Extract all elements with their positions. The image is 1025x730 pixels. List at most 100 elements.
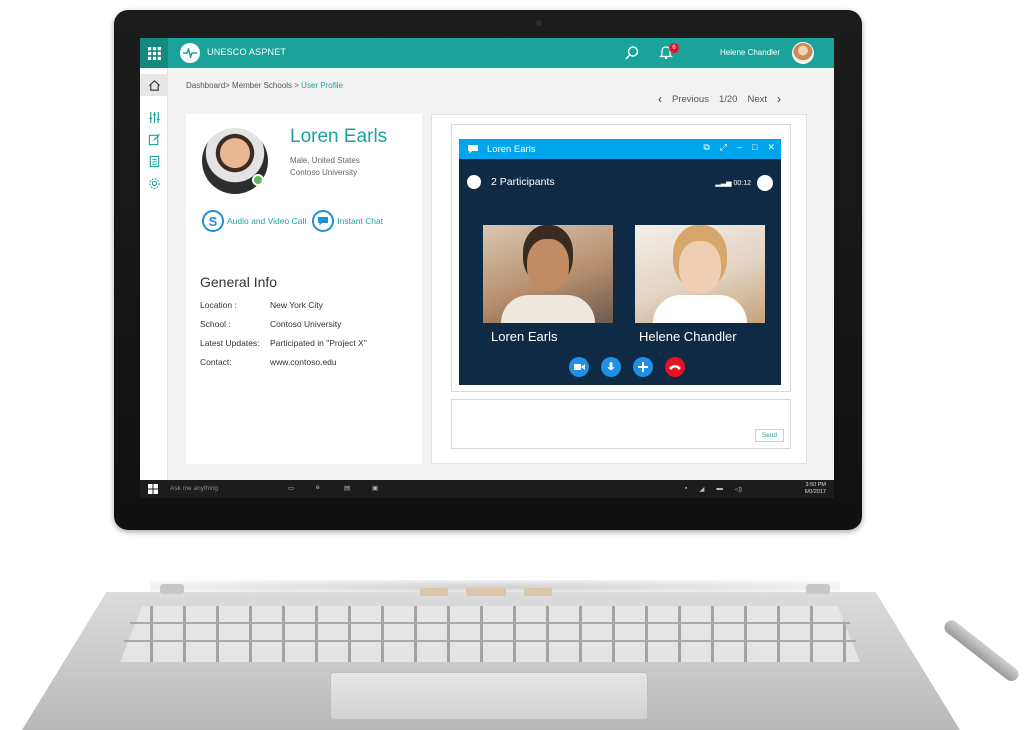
video-camera-icon <box>573 364 585 370</box>
hinge-left <box>160 584 184 594</box>
add-person-icon[interactable] <box>757 175 773 191</box>
taskbar-apps: ▭ e ▤ ▣ <box>288 484 382 494</box>
tray-app-icon[interactable]: ▪ <box>685 485 687 493</box>
search-icon[interactable] <box>624 45 640 61</box>
sidebar-item-settings[interactable] <box>140 106 168 128</box>
participants-count: 2 Participants <box>491 176 555 188</box>
sidebar-item-home[interactable] <box>140 74 168 96</box>
edge-browser-icon[interactable]: e <box>316 484 326 494</box>
general-info-title: General Info <box>200 274 278 290</box>
general-info-table: Location : New York City School : Contos… <box>200 300 367 376</box>
notification-badge: 6 <box>669 43 679 53</box>
breadcrumb-current: User Profile <box>301 81 343 90</box>
info-value: New York City <box>270 300 323 310</box>
sidebar-item-edit[interactable] <box>140 128 168 150</box>
windows-start-icon[interactable] <box>148 484 158 494</box>
minimize-icon[interactable]: – <box>737 142 742 153</box>
task-view-icon[interactable]: ▭ <box>288 484 298 494</box>
system-tray: ▪ ◢ ▬ ◁) <box>685 485 742 493</box>
previous-button[interactable]: Previous <box>672 94 709 105</box>
next-button[interactable]: Next <box>747 94 767 105</box>
participant-face <box>679 241 721 293</box>
info-value: Participated in "Project X" <box>270 338 367 348</box>
participant-name: Helene Chandler <box>639 329 737 344</box>
gear-icon <box>148 177 160 189</box>
document-icon <box>149 155 159 167</box>
pager: ‹ Previous 1/20 Next › <box>658 92 781 106</box>
cortana-search-input[interactable]: Ask me anything <box>170 485 218 492</box>
participant-shoulders <box>501 295 595 323</box>
expand-icon[interactable]: ⤢ <box>720 142 727 153</box>
wifi-icon[interactable]: ◢ <box>699 485 704 493</box>
grid-icon <box>147 46 161 60</box>
contact-link[interactable]: www.contoso.edu <box>270 357 337 376</box>
info-label: Contact: <box>200 357 232 367</box>
app-name: UNESCO ASPNET <box>207 47 287 57</box>
participants-indicator[interactable]: 2 Participants <box>467 175 555 189</box>
battery-icon[interactable]: ▬ <box>716 485 723 493</box>
video-camera-button[interactable] <box>569 357 589 377</box>
clock-date: 6/0/2017 <box>804 489 826 495</box>
contact-actions: S Audio and Video Call Instant Chat <box>202 210 389 232</box>
volume-icon[interactable]: ◁) <box>735 485 742 493</box>
stylus-pen <box>941 617 1022 684</box>
profile-school: Contoso University <box>290 168 358 177</box>
info-row-location: Location : New York City <box>200 300 367 319</box>
trackpad <box>330 672 648 720</box>
user-name[interactable]: Helene Chandler <box>720 48 780 57</box>
app-logo <box>180 43 200 63</box>
video-tile-loren <box>483 225 613 323</box>
instant-chat-label: Instant Chat <box>337 216 384 226</box>
chat-input[interactable]: Send <box>451 399 791 449</box>
sidebar-item-configuration[interactable] <box>140 172 168 194</box>
call-window-titlebar: Loren Earls ⧉ ⤢ – □ ✕ <box>459 139 781 159</box>
connector-pin <box>524 588 552 596</box>
window-controls: ⧉ ⤢ – □ ✕ <box>703 142 775 153</box>
edit-icon <box>148 133 160 145</box>
close-icon[interactable]: ✕ <box>767 142 775 153</box>
breadcrumb-path[interactable]: Dashboard> Member Schools > <box>186 81 301 90</box>
avatar[interactable] <box>792 42 814 64</box>
key-row-divider <box>130 622 850 624</box>
info-row-school: School : Contoso University <box>200 319 367 338</box>
hang-up-button[interactable] <box>665 357 685 377</box>
call-duration: ▂▃▅ 00:12 <box>715 179 751 187</box>
taskbar-clock[interactable]: 3:50 PM 6/0/2017 <box>805 482 826 496</box>
chevron-right-icon[interactable]: › <box>777 92 781 106</box>
page-position: 1/20 <box>718 93 738 105</box>
sidebar <box>140 68 168 480</box>
key-row-divider <box>124 640 856 642</box>
chevron-left-icon[interactable]: ‹ <box>658 92 662 106</box>
audio-video-call-button[interactable]: S Audio and Video Call <box>202 210 306 232</box>
skype-call-window: Loren Earls ⧉ ⤢ – □ ✕ 2 Participants ▂▃▅… <box>459 139 781 385</box>
connector-pin <box>420 588 448 596</box>
instant-chat-button[interactable]: Instant Chat <box>312 210 383 232</box>
profile-name: Loren Earls <box>290 126 388 147</box>
call-controls <box>569 357 685 377</box>
file-explorer-icon[interactable]: ▤ <box>344 484 354 494</box>
profile-gender-location: Male, United States <box>290 156 360 165</box>
app-launcher-button[interactable] <box>140 38 168 68</box>
people-icon <box>467 175 481 189</box>
connector-pin <box>466 588 506 596</box>
profile-card: Loren Earls Male, United States Contoso … <box>186 114 422 464</box>
pulse-logo-icon <box>183 48 197 58</box>
signal-icon: ▂▃▅ <box>715 180 734 187</box>
hinge-right <box>806 584 830 594</box>
add-button[interactable] <box>633 357 653 377</box>
participant-shoulders <box>653 295 747 323</box>
sidebar-item-reports[interactable] <box>140 150 168 172</box>
chat-icon <box>312 210 335 232</box>
layout-icon[interactable]: ⧉ <box>703 142 709 153</box>
home-icon <box>148 79 160 91</box>
breadcrumb: Dashboard> Member Schools > User Profile <box>186 81 343 90</box>
send-button[interactable]: Send <box>754 429 784 442</box>
microphone-button[interactable] <box>601 357 621 377</box>
info-row-latest-updates: Latest Updates: Participated in "Project… <box>200 338 367 357</box>
microphone-icon <box>607 361 615 370</box>
store-icon[interactable]: ▣ <box>372 484 382 494</box>
maximize-icon[interactable]: □ <box>752 142 757 153</box>
sliders-icon <box>148 111 160 123</box>
participant-face <box>527 239 569 291</box>
online-status-indicator <box>252 174 264 186</box>
